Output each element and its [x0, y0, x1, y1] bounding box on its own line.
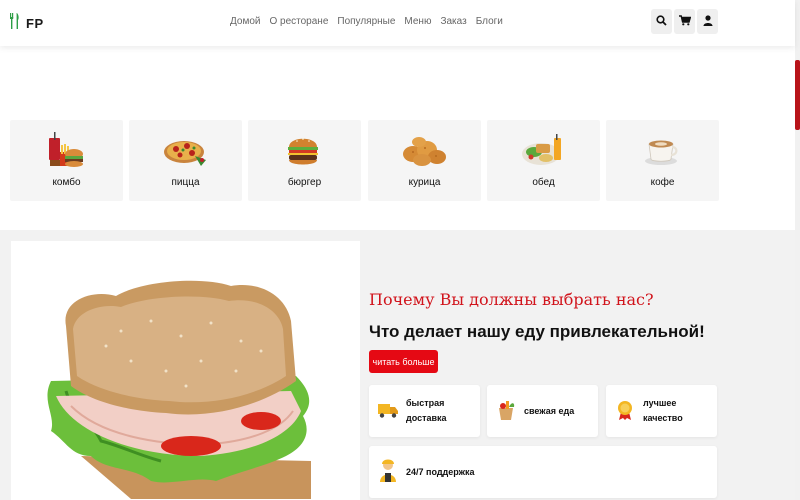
- lunch-icon: [522, 134, 561, 165]
- category-label: обед: [532, 177, 555, 188]
- category-combo[interactable]: комбо: [10, 120, 123, 201]
- fresh-food-icon: [499, 401, 515, 420]
- feature-card-delivery: быстрая доставка: [369, 385, 480, 437]
- nav-blogs[interactable]: Блоги: [476, 16, 503, 27]
- search-button[interactable]: [651, 9, 672, 34]
- nav-order[interactable]: Заказ: [440, 16, 466, 27]
- coffee-icon: [645, 140, 678, 165]
- category-label: бюргер: [287, 177, 322, 188]
- feature-card-fresh: свежая еда: [487, 385, 598, 437]
- chicken-icon: [403, 137, 446, 166]
- site-header: FP Домой О ресторане Популярные Меню Зак…: [0, 0, 795, 46]
- support-icon: [380, 459, 396, 482]
- nav-menu[interactable]: Меню: [404, 16, 431, 27]
- feature-card-support: 24/7 поддержка: [369, 446, 717, 498]
- category-pizza[interactable]: пицца: [129, 120, 242, 201]
- user-icon: [703, 13, 713, 31]
- feature-label: 24/7 поддержка: [406, 466, 475, 477]
- category-label: комбо: [52, 177, 81, 188]
- category-label: пицца: [171, 177, 200, 188]
- page-scrollbar[interactable]: [795, 0, 800, 500]
- scrollbar-thumb[interactable]: [795, 60, 800, 130]
- category-label: кофе: [650, 177, 675, 188]
- delivery-icon: [378, 404, 398, 418]
- nav-about[interactable]: О ресторане: [269, 16, 328, 27]
- feature-label: быстрая доставка: [406, 398, 447, 423]
- cart-button[interactable]: [674, 9, 695, 34]
- burger-icon: [288, 138, 318, 165]
- search-icon: [656, 13, 667, 31]
- category-label: курица: [408, 177, 441, 188]
- feature-card-quality: лучшее качество: [606, 385, 717, 437]
- category-lunch[interactable]: обед: [487, 120, 600, 201]
- pizza-icon: [164, 141, 206, 166]
- nav-home[interactable]: Домой: [230, 16, 260, 27]
- combo-icon: [49, 132, 83, 167]
- utensils-icon: [9, 13, 21, 34]
- quality-icon: [618, 401, 632, 420]
- main-nav: Домой О ресторане Популярные Меню Заказ …: [230, 16, 512, 27]
- logo[interactable]: FP: [9, 13, 44, 34]
- sandwich-image: [11, 241, 360, 500]
- nav-popular[interactable]: Популярные: [337, 16, 395, 27]
- section-subtitle: Почему Вы должны выбрать нас?: [369, 290, 654, 309]
- cart-icon: [678, 13, 691, 31]
- feature-label: свежая еда: [524, 405, 575, 416]
- category-chicken[interactable]: курица: [368, 120, 481, 201]
- section-title: Что делает нашу еду привлекательной!: [369, 322, 705, 341]
- feature-label: лучшее качество: [643, 398, 683, 423]
- account-button[interactable]: [697, 9, 718, 34]
- logo-text: FP: [26, 16, 44, 31]
- category-burger[interactable]: бюргер: [248, 120, 361, 201]
- read-more-button[interactable]: читать больше: [369, 350, 438, 373]
- category-coffee[interactable]: кофе: [606, 120, 719, 201]
